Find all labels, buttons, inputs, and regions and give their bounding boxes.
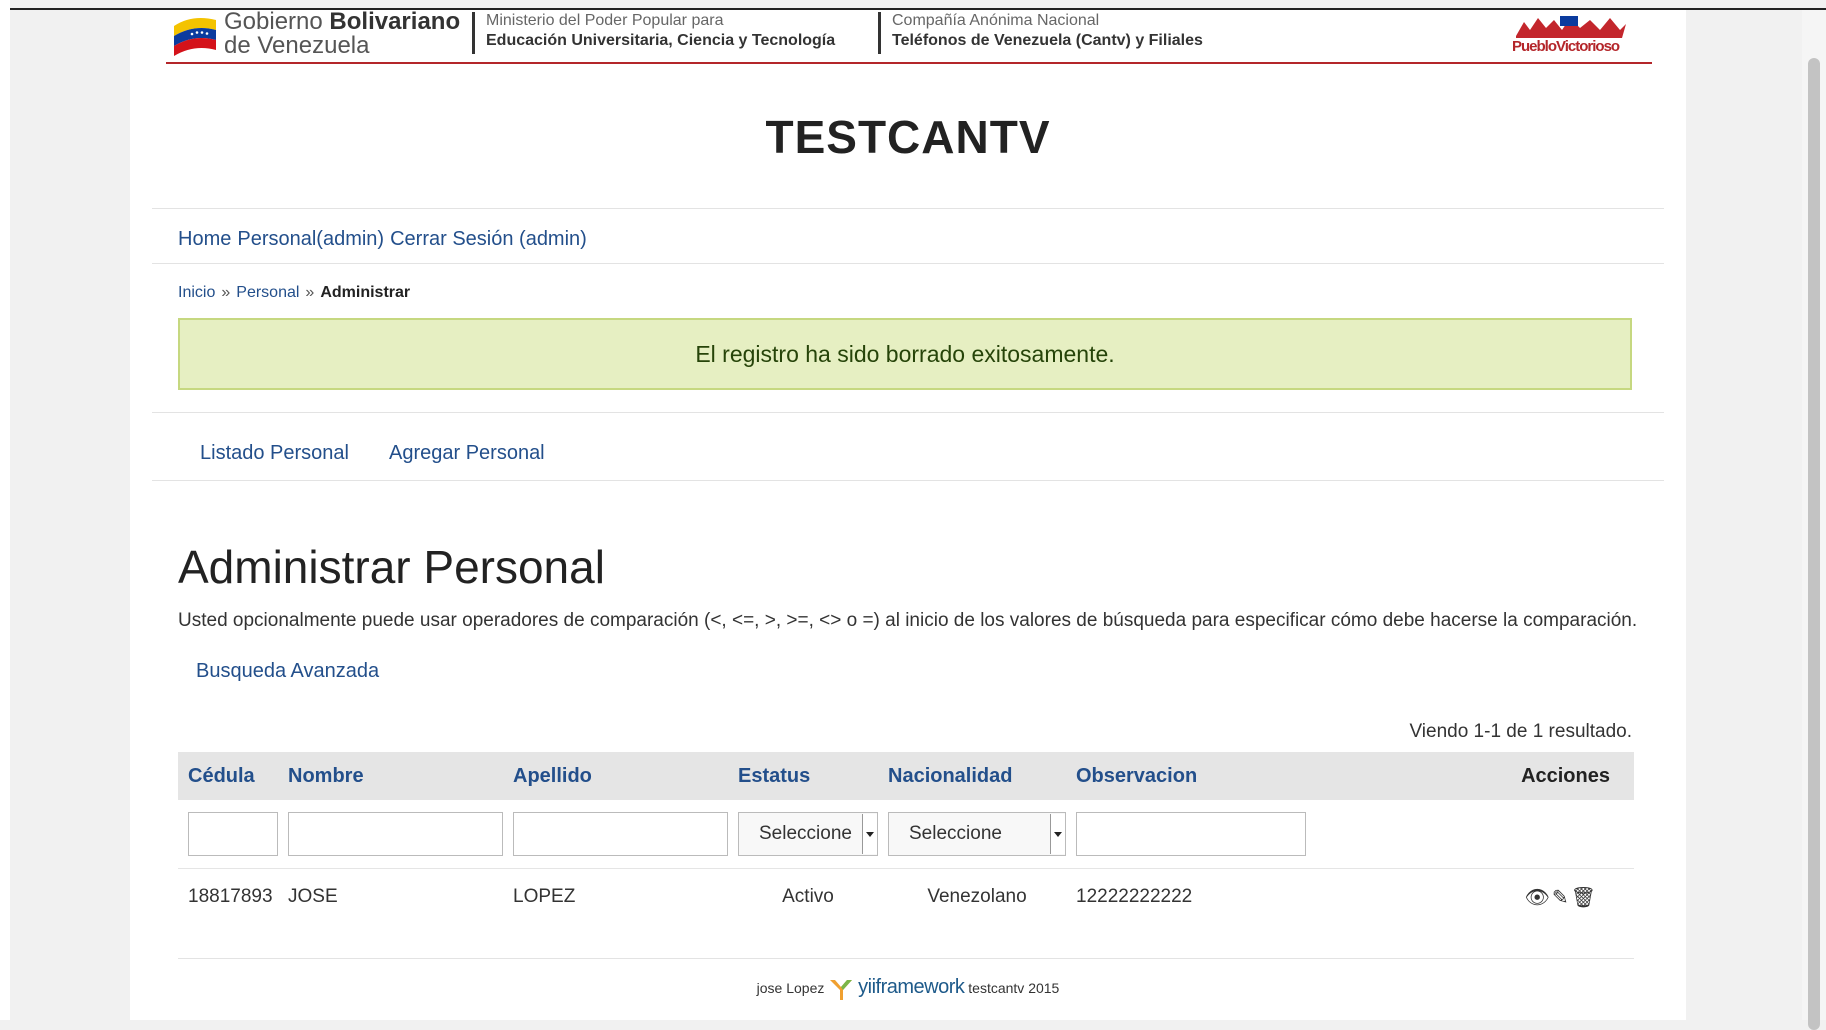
cell-nombre: JOSE [288,886,338,907]
filter-empty-cell [1326,800,1634,869]
divider [152,208,1664,209]
divider [152,263,1664,264]
divider [152,412,1664,413]
page-heading: Administrar Personal [178,541,605,593]
header-nombre[interactable]: Nombre [278,752,503,800]
cell-actions: 👁 ✎ 🗑 [1326,869,1634,926]
apellido-filter-input[interactable] [513,812,728,856]
ministry-line1: Ministerio del Poder Popular para [486,12,724,29]
breadcrumb-inicio-link[interactable]: Inicio [178,284,215,301]
estatus-select-value: Seleccione [759,823,852,844]
footer: jose Lopez yiiframework testcantv 2015 [130,976,1686,1001]
menu-logout-link[interactable]: Cerrar Sesión (admin) [390,228,587,250]
list-personal-link[interactable]: Listado Personal [200,442,349,464]
grid-header-row: Cédula Nombre Apellido Estatus Nacionali… [178,752,1634,800]
footer-divider [178,958,1634,959]
ministry-line2: Educación Universitaria, Ciencia y Tecno… [486,32,836,49]
scrollbar-thumb[interactable] [1808,58,1820,1030]
table-row: 18817893 JOSE LOPEZ Activo Venezolano 12… [178,869,1634,926]
menu-home-link[interactable]: Home [178,228,231,250]
flash-success-message: El registro ha sido borrado exitosamente… [178,318,1632,390]
personal-grid: Cédula Nombre Apellido Estatus Nacionali… [178,752,1634,925]
view-icon[interactable]: 👁 [1524,887,1549,909]
site-title: TESTCANTV [765,111,1051,163]
main-menu: Home Personal(admin) Cerrar Sesión (admin) [178,228,593,251]
edit-pencil-icon[interactable]: ✎ [1552,887,1569,909]
venezuela-label: de Venezuela [224,32,370,59]
venezuela-flag-icon [174,18,216,56]
breadcrumb-personal-link[interactable]: Personal [236,284,299,301]
footer-author: jose Lopez [756,980,825,996]
banner-separator [472,12,475,54]
government-banner: Gobierno Bolivariano de Venezuela Minist… [166,10,1652,64]
header-nacionalidad[interactable]: Nacionalidad [878,752,1066,800]
nacionalidad-filter-select[interactable]: Seleccione [888,812,1066,856]
grid-filter-row: Seleccione Seleccione [178,800,1634,869]
nacionalidad-select-value: Seleccione [909,823,1002,844]
banner-separator [878,12,881,54]
breadcrumb-separator: » [305,284,315,301]
operations-menu: Listado Personal Agregar Personal [200,442,585,465]
add-personal-link[interactable]: Agregar Personal [389,442,545,464]
footer-framework[interactable]: yiiframework [858,976,965,998]
divider [152,480,1664,481]
window-left-edge [0,0,10,1020]
cantv-line2: Teléfonos de Venezuela (Cantv) y Filiale… [892,32,1203,49]
breadcrumb-separator: » [221,284,231,301]
cell-apellido: LOPEZ [513,886,576,907]
cantv-line1: Compañía Anónima Nacional [892,12,1100,29]
grid-summary: Viendo 1-1 de 1 resultado. [1409,721,1632,742]
footer-suffix: testcantv 2015 [968,980,1060,996]
nombre-filter-input[interactable] [288,812,503,856]
yii-logo-icon [830,980,853,1001]
breadcrumb: Inicio » Personal » Administrar [178,284,410,302]
cell-observacion: 12222222222 [1076,886,1193,907]
cell-cedula: 18817893 [188,886,273,907]
delete-trash-icon[interactable]: 🗑 [1571,887,1596,909]
search-operators-note: Usted opcionalmente puede usar operadore… [178,610,1638,631]
header-cedula[interactable]: Cédula [178,752,278,800]
header-estatus[interactable]: Estatus [728,752,878,800]
breadcrumb-current: Administrar [320,284,411,301]
page-container: Gobierno Bolivariano de Venezuela Minist… [130,10,1686,1020]
cedula-filter-input[interactable] [188,812,278,856]
gobierno-label: Gobierno Bolivariano [224,8,461,35]
header-acciones: Acciones [1326,752,1634,800]
pueblo-victorioso-text: PuebloVictorioso [1512,38,1620,55]
vertical-scrollbar[interactable] [1802,10,1826,1030]
estatus-filter-select[interactable]: Seleccione [738,812,878,856]
header-observacion[interactable]: Observacion [1066,752,1326,800]
dropdown-arrow-icon [862,814,877,854]
cell-nacionalidad: Venezolano [927,886,1027,907]
advanced-search-link[interactable]: Busqueda Avanzada [196,660,379,683]
cell-estatus: Activo [782,886,834,907]
dropdown-arrow-icon [1050,814,1065,854]
header-apellido[interactable]: Apellido [503,752,728,800]
observacion-filter-input[interactable] [1076,812,1306,856]
menu-personal-link[interactable]: Personal(admin) [237,228,384,250]
